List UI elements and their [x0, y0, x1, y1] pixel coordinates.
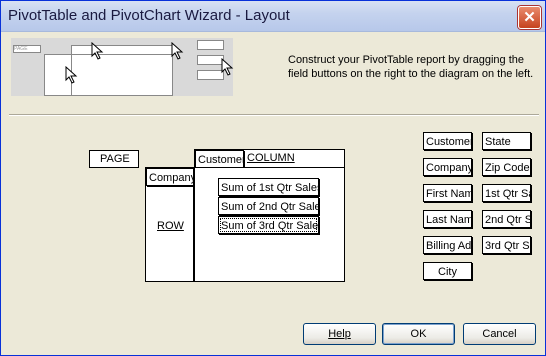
field-button-2nd-qtr[interactable]: 2nd Qtr S	[482, 210, 531, 228]
title-bar: PivotTable and PivotChart Wizard - Layou…	[1, 1, 545, 32]
help-button[interactable]: Help	[303, 323, 376, 345]
data-field-2[interactable]: Sum of 2nd Qtr Sales	[218, 197, 319, 215]
field-button-first-name[interactable]: First Name	[423, 184, 472, 202]
preview-page-label: PAGE	[14, 46, 28, 52]
cursor-icon	[65, 66, 78, 84]
field-button-company[interactable]: Company	[423, 158, 472, 176]
separator	[9, 114, 539, 116]
field-button-1st-qtr[interactable]: 1st Qtr Sa	[482, 184, 531, 202]
cursor-icon-4	[221, 58, 234, 76]
preview-data-box	[71, 54, 173, 96]
dialog-title: PivotTable and PivotChart Wizard - Layou…	[8, 7, 290, 24]
row-area-label: ROW	[157, 220, 184, 232]
data-field-1[interactable]: Sum of 1st Qtr Sales	[218, 178, 319, 196]
cursor-icon-2	[91, 42, 104, 60]
data-field-3[interactable]: Sum of 3rd Qtr Sales	[218, 216, 319, 234]
field-button-state[interactable]: State	[482, 132, 531, 150]
field-button-zip-code[interactable]: Zip Code	[482, 158, 531, 176]
help-button-label: Help	[328, 328, 351, 340]
page-drop-area[interactable]: PAGE	[89, 150, 139, 168]
cancel-button[interactable]: Cancel	[463, 323, 536, 345]
preview-page-box: PAGE	[13, 45, 41, 53]
field-button-city[interactable]: City	[423, 262, 472, 280]
page-area-label: PAGE	[100, 153, 130, 165]
layout-preview-image: PAGE	[11, 38, 234, 96]
row-field-company[interactable]: Company	[146, 168, 194, 186]
field-button-3rd-qtr[interactable]: 3rd Qtr Sa	[482, 236, 531, 254]
field-button-customer[interactable]: Customer	[423, 132, 472, 150]
preview-column-box	[71, 45, 173, 55]
ok-button[interactable]: OK	[382, 323, 455, 345]
field-button-billing-address[interactable]: Billing Add	[423, 236, 472, 254]
wizard-dialog: PivotTable and PivotChart Wizard - Layou…	[0, 0, 546, 356]
field-button-last-name[interactable]: Last Name	[423, 210, 472, 228]
preview-field-2	[197, 55, 224, 65]
column-area-label: COLUMN	[247, 152, 295, 164]
cursor-icon-3	[171, 42, 184, 60]
column-field-customer[interactable]: Customer	[195, 150, 244, 168]
preview-field-3	[197, 70, 224, 80]
instructions-text: Construct your PivotTable report by drag…	[288, 54, 534, 80]
close-button[interactable]: ✕	[518, 6, 541, 29]
preview-field-1	[197, 40, 224, 50]
